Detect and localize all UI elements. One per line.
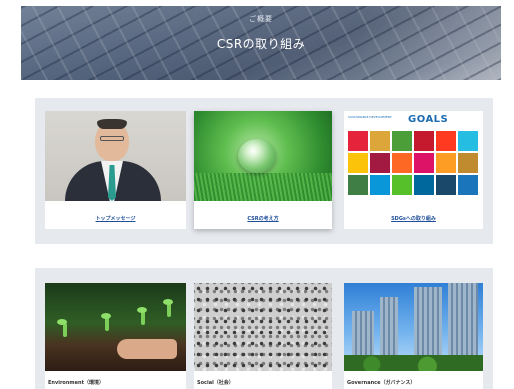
sdg-goal-tile bbox=[458, 153, 478, 173]
leaf-shape bbox=[101, 313, 111, 319]
leaf-shape bbox=[163, 299, 173, 305]
sprout-shape bbox=[105, 317, 109, 331]
sdgs-small-text: SUSTAINABLE DEVELOPMENT bbox=[348, 115, 392, 119]
sdg-goal-tile bbox=[348, 175, 368, 195]
water-drop-photo bbox=[194, 111, 332, 201]
sdg-goal-tile bbox=[392, 175, 412, 195]
card-top-message[interactable]: トップメッセージ bbox=[45, 111, 186, 229]
card-link-environment[interactable]: Environment（環境） bbox=[45, 379, 186, 386]
sprout-shape bbox=[63, 323, 67, 337]
sdgs-goals-graphic: SUSTAINABLE DEVELOPMENT GOALS bbox=[344, 111, 483, 201]
sdg-goal-tile bbox=[370, 153, 390, 173]
leaf-shape bbox=[57, 319, 67, 325]
card-environment[interactable]: Environment（環境） bbox=[45, 283, 186, 389]
sdg-goal-tile bbox=[392, 153, 412, 173]
csr-links-section: トップメッセージ CSRの考え方 SUSTAINABLE DEVELOPMENT… bbox=[35, 98, 493, 244]
sdg-goal-tile bbox=[436, 131, 456, 151]
sdg-goal-tile bbox=[414, 153, 434, 173]
sdgs-goals-text: GOALS bbox=[408, 114, 449, 125]
card-social[interactable]: Social（社会） bbox=[194, 283, 332, 389]
card-link-top-message[interactable]: トップメッセージ bbox=[45, 215, 186, 222]
trees-shape bbox=[344, 355, 483, 371]
hand-shape bbox=[117, 339, 177, 359]
hero-banner: ご概要 CSRの取り組み bbox=[21, 6, 501, 80]
sdg-goal-tile bbox=[414, 175, 434, 195]
water-drop-shape bbox=[238, 139, 276, 173]
crowd-photo bbox=[194, 283, 332, 371]
page-title: CSRの取り組み bbox=[216, 37, 306, 51]
card-link-csr-approach[interactable]: CSRの考え方 bbox=[194, 215, 332, 222]
grass-shape bbox=[194, 173, 332, 201]
sdg-goal-tile bbox=[436, 153, 456, 173]
seedling-photo bbox=[45, 283, 186, 371]
hair-shape bbox=[97, 119, 127, 129]
sdg-goal-tile bbox=[458, 131, 478, 151]
skyscrapers-photo bbox=[344, 283, 483, 371]
sdg-goal-tile bbox=[348, 153, 368, 173]
sdg-goal-tile bbox=[414, 131, 434, 151]
card-csr-approach[interactable]: CSRの考え方 bbox=[194, 111, 332, 229]
portrait-photo bbox=[45, 111, 186, 201]
sdgs-tile-grid bbox=[348, 131, 479, 195]
esg-links-section: Environment（環境） Social（社会） Governance（ガバ… bbox=[35, 268, 493, 389]
sdg-goal-tile bbox=[458, 175, 478, 195]
hero-subtitle: ご概要 bbox=[249, 15, 273, 23]
glasses-shape bbox=[100, 136, 124, 141]
card-sdgs[interactable]: SUSTAINABLE DEVELOPMENT GOALS SDGsへの取り組み bbox=[344, 111, 483, 229]
sdg-goal-tile bbox=[370, 131, 390, 151]
csr-page: ご概要 CSRの取り組み トップメッセージ CSRの考え方 SUSTAINABL… bbox=[21, 6, 501, 389]
card-link-governance[interactable]: Governance（ガバナンス） bbox=[344, 379, 483, 386]
sdg-goal-tile bbox=[370, 175, 390, 195]
sdg-goal-tile bbox=[348, 131, 368, 151]
leaf-shape bbox=[137, 307, 147, 313]
card-link-social[interactable]: Social（社会） bbox=[194, 379, 332, 386]
card-governance[interactable]: Governance（ガバナンス） bbox=[344, 283, 483, 389]
sprout-shape bbox=[167, 303, 171, 317]
card-link-sdgs[interactable]: SDGsへの取り組み bbox=[344, 215, 483, 222]
sdgs-header: SUSTAINABLE DEVELOPMENT GOALS bbox=[348, 114, 478, 128]
sdg-goal-tile bbox=[392, 131, 412, 151]
sprout-shape bbox=[141, 311, 145, 325]
sdg-goal-tile bbox=[436, 175, 456, 195]
